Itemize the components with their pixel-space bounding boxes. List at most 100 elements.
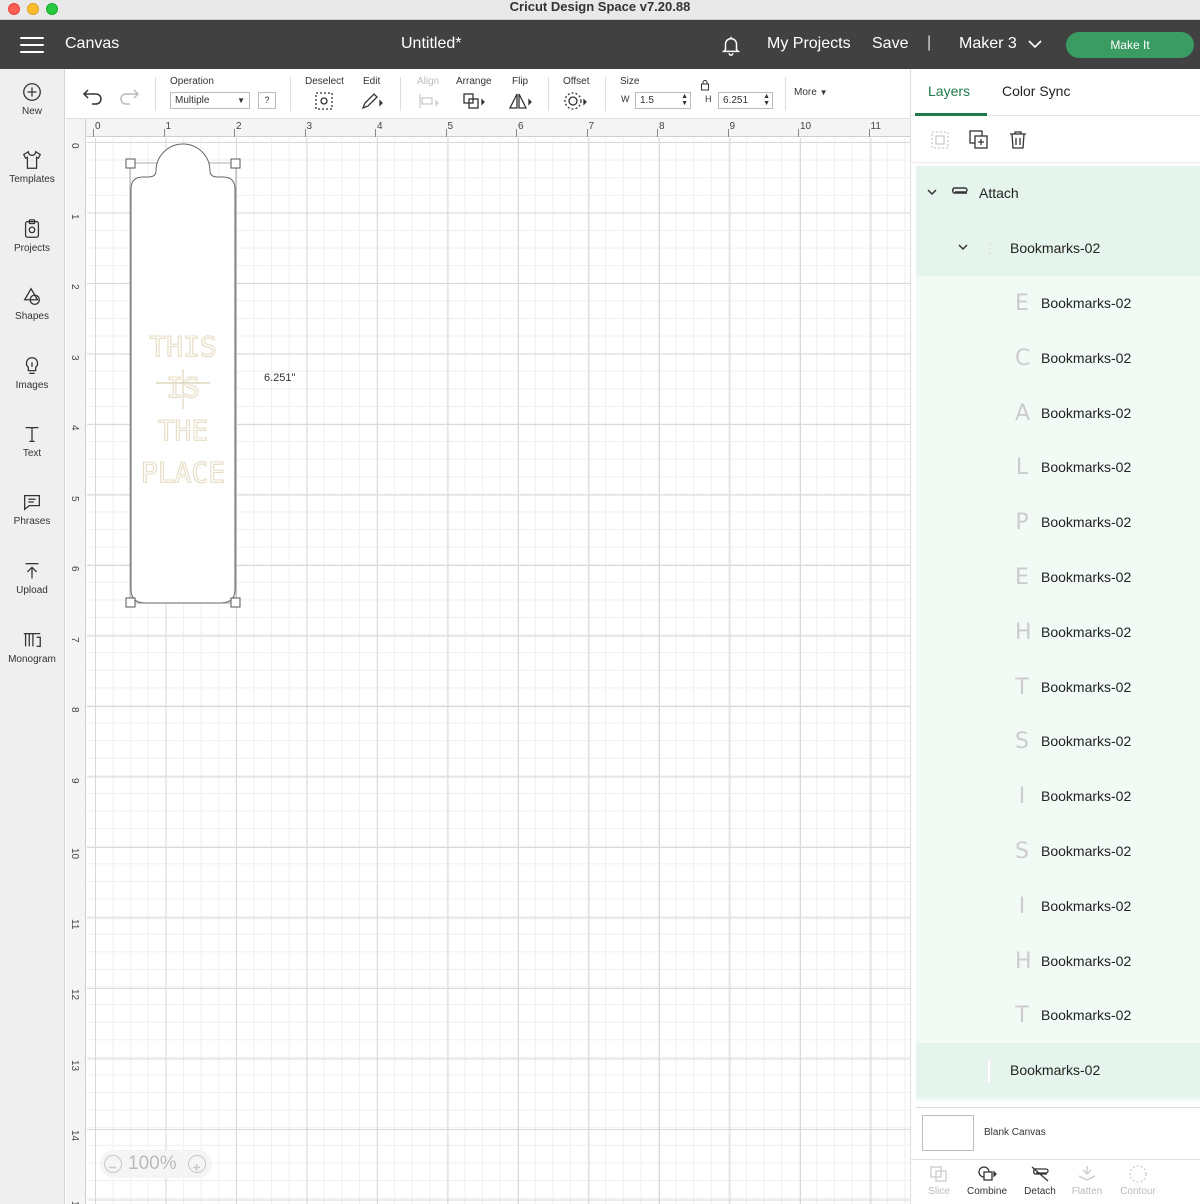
ruler-tick — [93, 129, 94, 137]
group-icon[interactable] — [929, 129, 951, 151]
make-it-button[interactable]: Make It — [1066, 32, 1194, 58]
ruler-top-label: 2 — [236, 121, 242, 132]
toolbar-divider — [155, 77, 156, 111]
layer-group-bookmarks[interactable]: ⋮ Bookmarks-02 — [916, 221, 1200, 276]
arrange-label: Arrange — [456, 76, 492, 87]
undo-icon[interactable] — [80, 85, 106, 105]
layer-thumbnail-icon: C — [1015, 345, 1031, 371]
bell-icon[interactable] — [720, 34, 742, 56]
hamburger-menu-icon[interactable] — [20, 37, 44, 53]
layer-row[interactable]: H Bookmarks-02 — [916, 605, 1200, 660]
layer-name: Bookmarks-02 — [1010, 1062, 1101, 1079]
deselect-icon[interactable] — [312, 91, 338, 111]
arrange-icon[interactable] — [462, 91, 488, 111]
operation-help-button[interactable]: ? — [258, 92, 276, 109]
sidebar-item-monogram[interactable]: Monogram — [0, 629, 64, 689]
combine-button[interactable]: Combine — [962, 1164, 1012, 1197]
layer-row[interactable]: T Bookmarks-02 — [916, 988, 1200, 1043]
width-value: 1.5 — [640, 95, 654, 106]
machine-selector[interactable]: Maker 3 — [959, 35, 1017, 53]
chevron-down-icon[interactable] — [926, 186, 938, 198]
ruler-tick — [727, 129, 729, 137]
operation-select[interactable]: Multiple ▼ — [170, 92, 250, 109]
more-menu[interactable]: More ▼ — [794, 87, 828, 98]
blank-canvas-row[interactable]: Blank Canvas — [911, 1109, 1200, 1159]
ruler-left-label: 11 — [69, 918, 80, 929]
layer-row[interactable]: A Bookmarks-02 — [916, 386, 1200, 441]
flip-icon[interactable] — [508, 91, 534, 111]
design-word: THIS — [149, 330, 216, 363]
slice-button[interactable]: Slice — [914, 1164, 964, 1197]
chevron-down-icon[interactable] — [1027, 38, 1043, 50]
design-canvas[interactable]: 01234567891011 0123456789101112131415 TH… — [66, 119, 910, 1204]
bookmark-design[interactable]: THIS IS THE PLACE — [125, 143, 246, 609]
align-icon[interactable] — [416, 91, 442, 111]
layer-row[interactable]: T Bookmarks-02 — [916, 660, 1200, 715]
ruler-tick — [234, 129, 235, 137]
layer-row[interactable]: I Bookmarks-02 — [916, 879, 1200, 934]
layer-name: Bookmarks-02 — [1041, 678, 1132, 695]
ruler-left-label: 0 — [69, 143, 80, 149]
sidebar-item-upload[interactable]: Upload — [0, 560, 64, 620]
ruler-top-label: 11 — [870, 121, 881, 132]
pencil-icon[interactable] — [360, 91, 386, 111]
sidebar-item-shapes[interactable]: Shapes — [0, 286, 64, 346]
resize-handle[interactable] — [125, 158, 136, 169]
sidebar-item-projects[interactable]: Projects — [0, 218, 64, 278]
tab-color-sync[interactable]: Color Sync — [1002, 83, 1070, 99]
app-window: Cricut Design Space v7.20.88 Canvas Unti… — [0, 0, 1200, 1204]
zoom-out-button[interactable] — [104, 1155, 122, 1173]
duplicate-icon[interactable] — [968, 129, 990, 151]
resize-handle[interactable] — [230, 597, 241, 608]
layer-name: Bookmarks-02 — [1041, 569, 1132, 585]
layer-row[interactable]: P Bookmarks-02 — [916, 495, 1200, 550]
spinner-icon[interactable]: ▲ ▼ — [763, 93, 770, 107]
contour-button[interactable]: Contour — [1113, 1164, 1163, 1197]
resize-handle[interactable] — [125, 597, 136, 608]
offset-icon[interactable] — [563, 91, 589, 111]
trash-icon[interactable] — [1007, 129, 1029, 151]
sidebar-item-new[interactable]: New — [0, 81, 64, 141]
redo-icon[interactable] — [116, 85, 142, 105]
tab-layers[interactable]: Layers — [928, 83, 970, 99]
layer-row[interactable]: I Bookmarks-02 — [916, 769, 1200, 824]
ruler-top-label: 1 — [165, 121, 172, 132]
design-word: IS — [166, 371, 200, 404]
edit-toolbar: Operation Multiple ▼ ? Deselect Edit Alig… — [66, 69, 910, 119]
document-title[interactable]: Untitled* — [401, 35, 461, 53]
sidebar-item-text[interactable]: Text — [0, 423, 64, 483]
detach-button[interactable]: Detach — [1015, 1164, 1065, 1197]
zoom-level: 100% — [128, 1153, 177, 1174]
my-projects-link[interactable]: My Projects — [767, 35, 851, 53]
tool-label: Contour — [1120, 1186, 1156, 1197]
layer-row[interactable]: E Bookmarks-02 — [916, 550, 1200, 605]
layer-row-base[interactable]: Bookmarks-02 — [916, 1043, 1200, 1099]
layer-row[interactable]: L Bookmarks-02 — [916, 440, 1200, 495]
spinner-icon[interactable]: ▲ ▼ — [681, 93, 688, 107]
zoom-in-button[interactable] — [188, 1155, 206, 1173]
canvas-swatch[interactable] — [922, 1115, 974, 1151]
save-button[interactable]: Save — [872, 35, 908, 53]
lock-icon[interactable] — [700, 79, 710, 91]
layer-row[interactable]: S Bookmarks-02 — [916, 714, 1200, 769]
chevron-down-icon[interactable] — [957, 241, 969, 253]
height-input[interactable]: 6.251 ▲ ▼ — [718, 92, 773, 109]
sidebar-item-phrases[interactable]: Phrases — [0, 491, 64, 551]
sidebar-item-templates[interactable]: Templates — [0, 149, 64, 209]
width-input[interactable]: 1.5 ▲ ▼ — [635, 92, 691, 109]
toolbar-divider — [548, 77, 549, 111]
sidebar-item-images[interactable]: Images — [0, 355, 64, 415]
layer-group-attach[interactable]: Attach — [916, 166, 1200, 221]
layer-row[interactable]: H Bookmarks-02 — [916, 934, 1200, 989]
layer-thumbnail-icon: P — [1015, 510, 1029, 536]
layer-row[interactable]: C Bookmarks-02 — [916, 331, 1200, 386]
layer-row[interactable]: S Bookmarks-02 — [916, 824, 1200, 879]
flatten-button[interactable]: Flatten — [1062, 1164, 1112, 1197]
ruler-left-label: 3 — [69, 354, 80, 361]
layer-row[interactable]: E Bookmarks-02 — [916, 276, 1200, 331]
layer-name: Bookmarks-02 — [1041, 952, 1132, 969]
ruler-left-label: 7 — [69, 636, 80, 643]
slice-icon — [930, 1166, 947, 1182]
resize-handle[interactable] — [230, 158, 241, 169]
ruler-left-label: 4 — [69, 425, 80, 431]
